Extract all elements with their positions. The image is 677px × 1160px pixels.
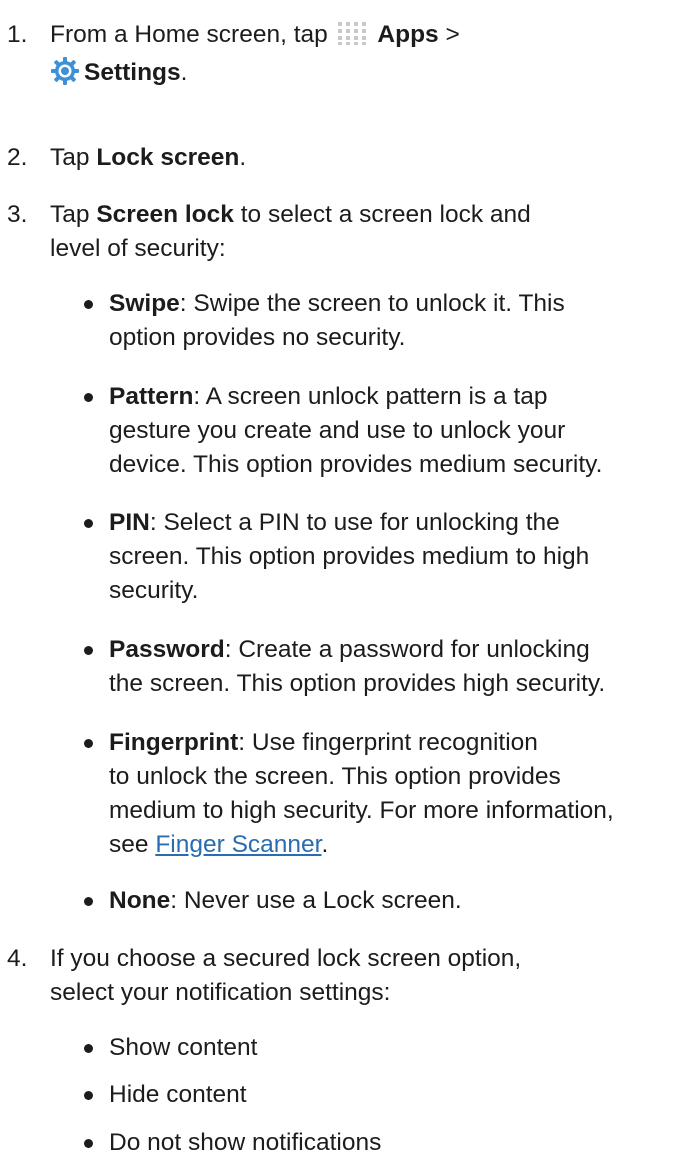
apps-grid-icon [337, 20, 369, 46]
option-text-part: see [109, 831, 149, 858]
apps-label: Apps [377, 21, 439, 48]
step-text-part: . [239, 144, 247, 171]
step-text: Tap Screen lock to select a screen lock … [50, 198, 669, 266]
option-text: Fingerprint: Use fingerprint recognition… [109, 726, 671, 862]
separator: > [445, 21, 460, 48]
option-text: None: Never use a Lock screen. [109, 884, 671, 918]
option-text-part: to unlock the screen. This option provid… [109, 763, 561, 790]
bullet-dot [84, 739, 93, 748]
notification-option: Hide content [109, 1081, 247, 1108]
option-name: Swipe [109, 290, 180, 317]
option-text-part: : A screen unlock pattern is a tap [193, 383, 548, 410]
option-text: Password: Create a password for unlockin… [109, 633, 671, 701]
option-name: None [109, 887, 171, 914]
option-name: Password [109, 636, 225, 663]
step-text-part: level of security: [50, 235, 226, 262]
option-text-part: security. [109, 577, 199, 604]
step-text-part: to select a screen lock and [240, 201, 531, 228]
option-text: PIN: Select a PIN to use for unlocking t… [109, 506, 671, 608]
step-number: 2. [7, 144, 28, 171]
step-number: 3. [7, 201, 28, 228]
option-text-part: option provides no security. [109, 324, 406, 351]
option-name: Fingerprint [109, 729, 239, 756]
bullet-dot [84, 519, 93, 528]
option-text-part: medium to high security. For more inform… [109, 797, 614, 824]
option-text-part: screen. This option provides medium to h… [109, 543, 590, 570]
step-text-part: select your notification settings: [50, 979, 391, 1006]
bullet-dot [84, 393, 93, 402]
step-text: If you choose a secured lock screen opti… [50, 942, 669, 1010]
settings-gear-icon [50, 56, 80, 86]
step-number: 4. [7, 945, 28, 972]
option-text: Pattern: A screen unlock pattern is a ta… [109, 380, 671, 482]
bullet-dot [84, 897, 93, 906]
screen-lock-label: Screen lock [96, 201, 234, 228]
step-text-part: . [180, 59, 188, 86]
option-text-part: : Create a password for unlocking [224, 636, 590, 663]
option-name: PIN [109, 509, 150, 536]
step-text: Tap Lock screen. [50, 141, 669, 175]
bullet-dot [84, 1044, 93, 1053]
option-text-part: the screen. This option provides high se… [109, 670, 606, 697]
option-text: Swipe: Swipe the screen to unlock it. Th… [109, 287, 671, 355]
option-text-part: : Use fingerprint recognition [238, 729, 538, 756]
option-name: Pattern [109, 383, 194, 410]
option-text-part: : Select a PIN to use for unlocking the [149, 509, 560, 536]
finger-scanner-link[interactable]: Finger Scanner [155, 831, 321, 858]
bullet-dot [84, 646, 93, 655]
step-text-part: If you choose a secured lock screen opti… [50, 945, 522, 972]
bullet-dot [84, 1091, 93, 1100]
option-text-part: : Never use a Lock screen. [170, 887, 462, 914]
notification-option: Show content [109, 1034, 258, 1061]
bullet-dot [84, 300, 93, 309]
notification-option: Do not show notifications [109, 1129, 382, 1156]
option-text-part: : Swipe the screen to unlock it. This [179, 290, 565, 317]
step-text-part: Tap [50, 144, 90, 171]
step-text: From a Home screen, tap Apps > Settings. [50, 18, 669, 90]
step-text-part: Tap [50, 201, 90, 228]
step-text-part: From a Home screen, tap [50, 21, 328, 48]
option-text-part: device. This option provides medium secu… [109, 451, 603, 478]
lock-screen-label: Lock screen [96, 144, 240, 171]
option-text-part: . [321, 831, 329, 858]
option-text-part: gesture you create and use to unlock you… [109, 417, 566, 444]
step-number: 1. [7, 21, 28, 48]
settings-label: Settings [84, 59, 181, 86]
